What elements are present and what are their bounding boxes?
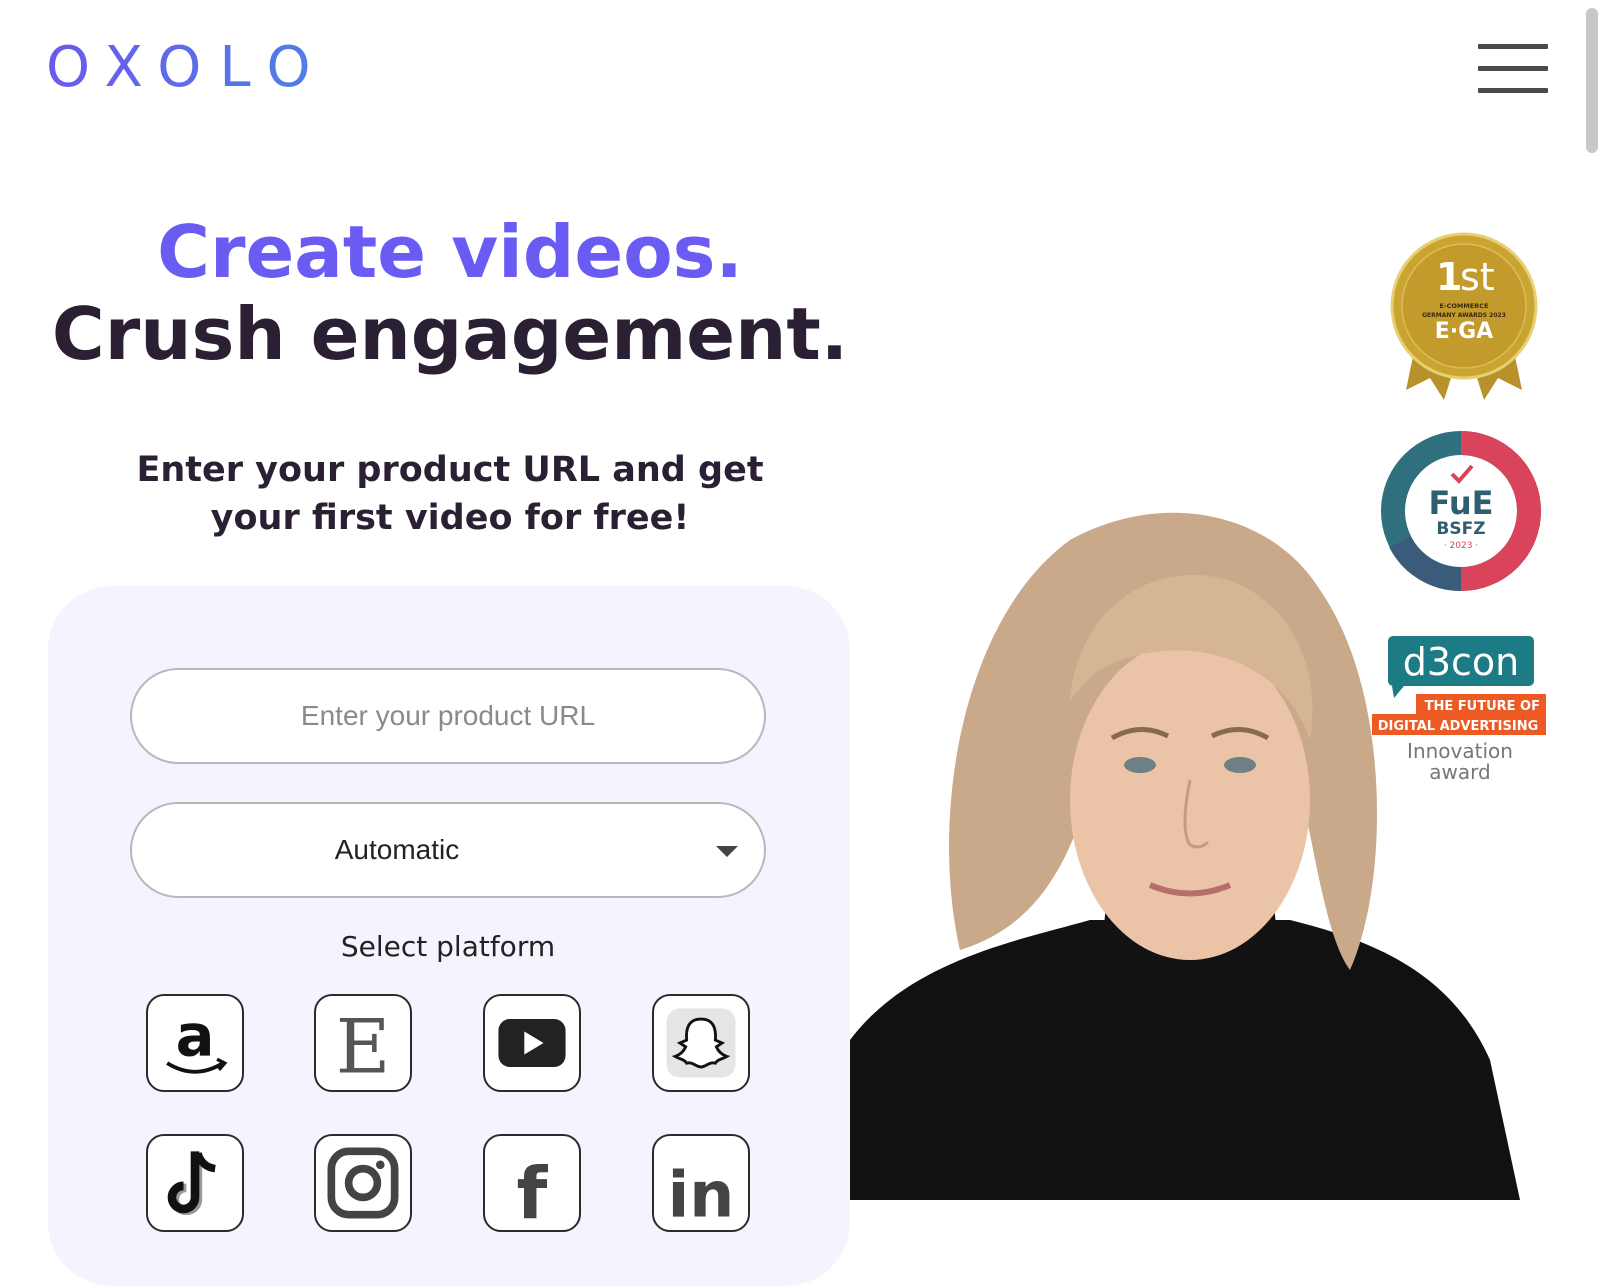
hero-headline: Crush engagement.: [51, 292, 849, 376]
platform-instagram-button[interactable]: [314, 1134, 412, 1232]
linkedin-icon: in: [668, 1158, 735, 1230]
tiktok-icon: [167, 1151, 216, 1216]
svg-text:f: f: [517, 1152, 549, 1230]
platform-amazon-button[interactable]: a: [146, 994, 244, 1092]
platform-snapchat-button[interactable]: [652, 994, 750, 1092]
menu-bar: [1478, 66, 1548, 71]
menu-bar: [1478, 88, 1548, 93]
platform-tiktok-button[interactable]: [146, 1134, 244, 1232]
snapchat-icon: [666, 1008, 736, 1078]
ega-award-badge: 1 st E-COMMERCE GERMANY AWARDS 2023 E·GA: [1388, 232, 1540, 402]
svg-text:E: E: [336, 1004, 391, 1090]
mode-select[interactable]: Automatic: [130, 802, 766, 898]
ega-line1: E-COMMERCE: [1439, 302, 1488, 310]
amazon-icon: a: [166, 1002, 228, 1074]
hamburger-menu-button[interactable]: [1478, 44, 1548, 98]
ega-line2: GERMANY AWARDS 2023: [1422, 312, 1506, 319]
hamburger-menu-icon: [1478, 44, 1548, 49]
scrollbar-thumb[interactable]: [1586, 8, 1598, 153]
instagram-icon: [327, 1147, 399, 1219]
product-url-input[interactable]: [130, 668, 766, 764]
scrollbar[interactable]: [1586, 0, 1600, 1200]
platform-linkedin-button[interactable]: in: [652, 1134, 750, 1232]
ega-rank-number: 1: [1436, 255, 1462, 299]
facebook-icon: f: [517, 1152, 549, 1230]
etsy-icon: E: [336, 1004, 391, 1090]
svg-text:in: in: [668, 1158, 735, 1230]
select-platform-label: Select platform: [340, 930, 556, 963]
chevron-down-icon: [716, 846, 738, 857]
platform-facebook-button[interactable]: f: [483, 1134, 581, 1232]
platform-etsy-button[interactable]: E: [314, 994, 412, 1092]
ega-name: E·GA: [1435, 319, 1493, 344]
ega-rank-suffix: st: [1460, 255, 1495, 299]
presenter-avatar-image: [850, 500, 1530, 1200]
oxolo-logo[interactable]: OXOLO: [46, 38, 329, 98]
hero-subtitle: Enter your product URL and get your firs…: [136, 450, 764, 538]
mode-select-value: Automatic: [334, 834, 460, 865]
svg-text:a: a: [176, 1002, 215, 1069]
hero-headline-accent: Create videos.: [157, 210, 743, 294]
platform-youtube-button[interactable]: [483, 994, 581, 1092]
youtube-icon: [498, 1019, 566, 1067]
